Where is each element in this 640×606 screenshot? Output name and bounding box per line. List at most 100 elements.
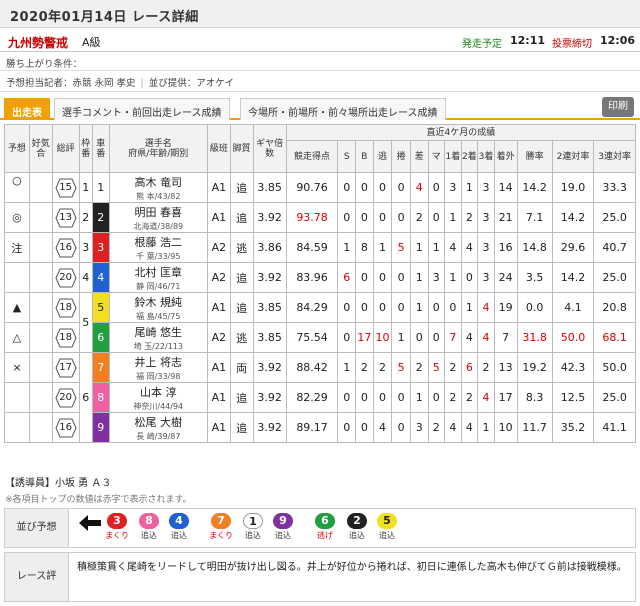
rider-name[interactable]: 尾崎 悠生 xyxy=(110,324,206,340)
b-cell: 0 xyxy=(355,292,374,323)
lineup-provider: 並び提供：アオケイ xyxy=(148,78,235,89)
ren3-cell: 20.8 xyxy=(593,292,636,323)
table-row[interactable]: ○ 15 1 1 高木 竜司熊 本/43/82 A1 追 3.85 90.76 0 0 0 0 4 0 3 1 3… xyxy=(4,172,636,203)
chip-style-label: 追込 xyxy=(245,531,261,540)
table-row[interactable]: × 17 6 7 井上 将志福 岡/33/98 A1 両 3.92 88.42 1 2 2 5 2 5 2 6 2… xyxy=(4,352,636,443)
tab-entry-list[interactable]: 出走表 xyxy=(4,98,50,120)
sohyo-cell: 18 xyxy=(51,292,80,323)
red-value-note: ※各項目トップの数値は赤字で表示されます。 xyxy=(5,495,192,505)
rider-name-cell: 明田 春喜 北海道/38/89 xyxy=(108,202,208,233)
win-cell: 7.1 xyxy=(516,202,553,233)
table-row[interactable]: 注 16 3 3 根藤 浩二千 葉/33/95 A2 逃 3.86 84.59 1 8 1 5 1 1 4 4 3… xyxy=(4,232,636,263)
ren3-cell: 33.3 xyxy=(593,172,636,203)
rider-name-cell: 鈴木 規純福 島/45/75 xyxy=(108,292,208,323)
lineup-chip: 1 追込 xyxy=(241,513,265,541)
b-cell: 0 xyxy=(355,262,374,293)
class-cell: A2 xyxy=(206,232,231,263)
rider-name-cell: 尾崎 悠生埼 玉/22/113 xyxy=(108,322,208,353)
header-makuri: 捲 xyxy=(391,140,411,173)
sohyo-value: 16 xyxy=(59,241,72,253)
waku-cell: 1 xyxy=(78,172,94,203)
ma-cell: 3 xyxy=(427,262,446,293)
rider-name[interactable]: 鈴木 規純 xyxy=(110,294,206,310)
hexagon-icon: 17 xyxy=(55,358,77,378)
win-cell: 3.5 xyxy=(516,262,553,293)
ren2-cell: 50.0 xyxy=(551,322,595,353)
lineup-chip: 3 まくり xyxy=(105,513,129,541)
rider-name[interactable]: 井上 将志 xyxy=(110,354,206,370)
lineup-chip: 9 追込 xyxy=(271,513,295,541)
rider-name[interactable]: 明田 春喜 xyxy=(110,204,206,220)
table-row[interactable]: ◎ 13 2 2 明田 春喜 北海道/38/89 A1 追 3.92 93.78 0 0 0 0 2 0 1 2 3… xyxy=(4,202,636,233)
kokiai-cell xyxy=(28,202,53,233)
hexagon-icon: 18 xyxy=(55,298,77,318)
b-cell: 0 xyxy=(355,382,374,413)
sashi-cell: 1 xyxy=(409,382,429,413)
outside-cell: 17 xyxy=(493,382,518,413)
hexagon-icon: 16 xyxy=(55,418,77,438)
table-row[interactable]: 16 9 松尾 大樹長 崎/39/87 A1 追 3.92 89.17 0 0 4 0 3 2 4 4 1 10… xyxy=(4,412,636,443)
table-row[interactable]: 20 8 山本 淳神奈川/44/94 A1 追 3.92 82.29 0 0 0 0 1 0 2 2 4 17 8… xyxy=(4,382,636,413)
nige-cell: 10 xyxy=(372,322,393,353)
table-row[interactable]: ▲ 18 5 5 鈴木 規純福 島/45/75 A1 追 3.85 84.29 0 0 0 0 1 0 0 1 4… xyxy=(4,292,636,353)
rider-pref-age-term: 千 葉/33/95 xyxy=(136,251,181,261)
tab-comments[interactable]: 選手コメント・前回出走レース成績 xyxy=(54,98,230,120)
ren3-cell: 25.0 xyxy=(593,382,636,413)
third-cell: 2 xyxy=(477,352,495,383)
table-row[interactable]: 20 4 4 北村 匡章静 岡/46/71 A2 追 3.92 83.96 6 0 0 0 1 3 1 0 3 2… xyxy=(4,262,636,293)
ma-cell: 1 xyxy=(427,232,446,263)
kokiai-cell xyxy=(28,412,53,443)
print-button[interactable]: 印刷 xyxy=(602,97,634,117)
rider-pref-age-term: 埼 玉/22/113 xyxy=(133,341,183,351)
header-win: 勝率 xyxy=(516,140,553,173)
score-cell: 90.76 xyxy=(285,172,339,203)
chip-style-label: 追込 xyxy=(349,531,365,540)
first-cell: 2 xyxy=(444,352,462,383)
rider-pref-age-term: 長 崎/39/87 xyxy=(136,431,181,441)
gear-cell: 3.92 xyxy=(252,412,287,443)
entry-table: 予想 好気合 総評 枠番 車番 選手名 府県/年齢/期別 級班 脚質 ギヤ倍数 直… xyxy=(4,124,637,443)
gear-cell: 3.92 xyxy=(252,352,287,383)
ma-cell: 0 xyxy=(427,202,446,233)
rider-name[interactable]: 根藤 浩二 xyxy=(110,234,206,250)
start-time-label: 発走予定 xyxy=(462,39,502,50)
class-cell: A1 xyxy=(206,292,231,323)
header-score: 競走得点 xyxy=(285,140,339,173)
third-cell: 3 xyxy=(477,172,495,203)
score-cell: 93.78 xyxy=(285,202,339,233)
prediction-mark: ○ xyxy=(4,172,30,203)
style-cell: 追 xyxy=(229,202,254,233)
kokiai-cell xyxy=(28,172,53,203)
hexagon-icon: 15 xyxy=(55,178,77,198)
rider-name[interactable]: 高木 竜司 xyxy=(110,174,206,190)
score-cell: 84.29 xyxy=(285,292,339,323)
s-cell: 1 xyxy=(337,352,357,383)
rider-name[interactable]: 北村 匡章 xyxy=(110,264,206,280)
nige-cell: 0 xyxy=(372,172,393,203)
entry-table-body: ○ 15 1 1 高木 竜司熊 本/43/82 A1 追 3.85 90.76 0 0 0 0 4 0 3 1 3… xyxy=(4,172,636,443)
table-row[interactable]: △ 18 6 尾崎 悠生埼 玉/22/113 A2 逃 3.85 75.54 0 17 10 1 0 0 7… xyxy=(4,322,636,353)
ren2-cell: 19.0 xyxy=(551,172,595,203)
race-info-row: 九州勢警戒 A級 発走予定 12:11 投票締切 12:06 xyxy=(0,30,640,52)
ren2-cell: 14.2 xyxy=(551,202,595,233)
first-cell: 1 xyxy=(444,202,462,233)
car-number-ball: 3 xyxy=(107,513,127,529)
arrow-left-icon xyxy=(79,515,101,531)
rider-name[interactable]: 松尾 大樹 xyxy=(110,414,206,430)
sashi-cell: 4 xyxy=(409,172,429,203)
rider-name[interactable]: 山本 淳 xyxy=(110,384,206,400)
prediction-mark: 注 xyxy=(4,232,30,263)
race-review-text: 積極策貫く尾崎をリードして明田が抜け出し図る。井上が好位から捲れば、初日に連係し… xyxy=(77,562,627,573)
chip-style-label: 追込 xyxy=(379,531,395,540)
s-cell: 0 xyxy=(337,202,357,233)
rider-pref-age-term: 静 岡/46/71 xyxy=(136,281,181,291)
prediction-mark: × xyxy=(4,352,30,383)
ren2-cell: 29.6 xyxy=(551,232,595,263)
nige-cell: 1 xyxy=(372,232,393,263)
waku-cell: 3 xyxy=(78,232,94,263)
tab-past-results[interactable]: 今場所・前場所・前々場所出走レース成績 xyxy=(240,98,446,120)
makuri-cell: 0 xyxy=(391,262,411,293)
rider-pref-age-term: 北海道/38/89 xyxy=(133,221,184,231)
chip-style-label: まくり xyxy=(105,531,129,540)
car-number: 8 xyxy=(92,382,110,413)
